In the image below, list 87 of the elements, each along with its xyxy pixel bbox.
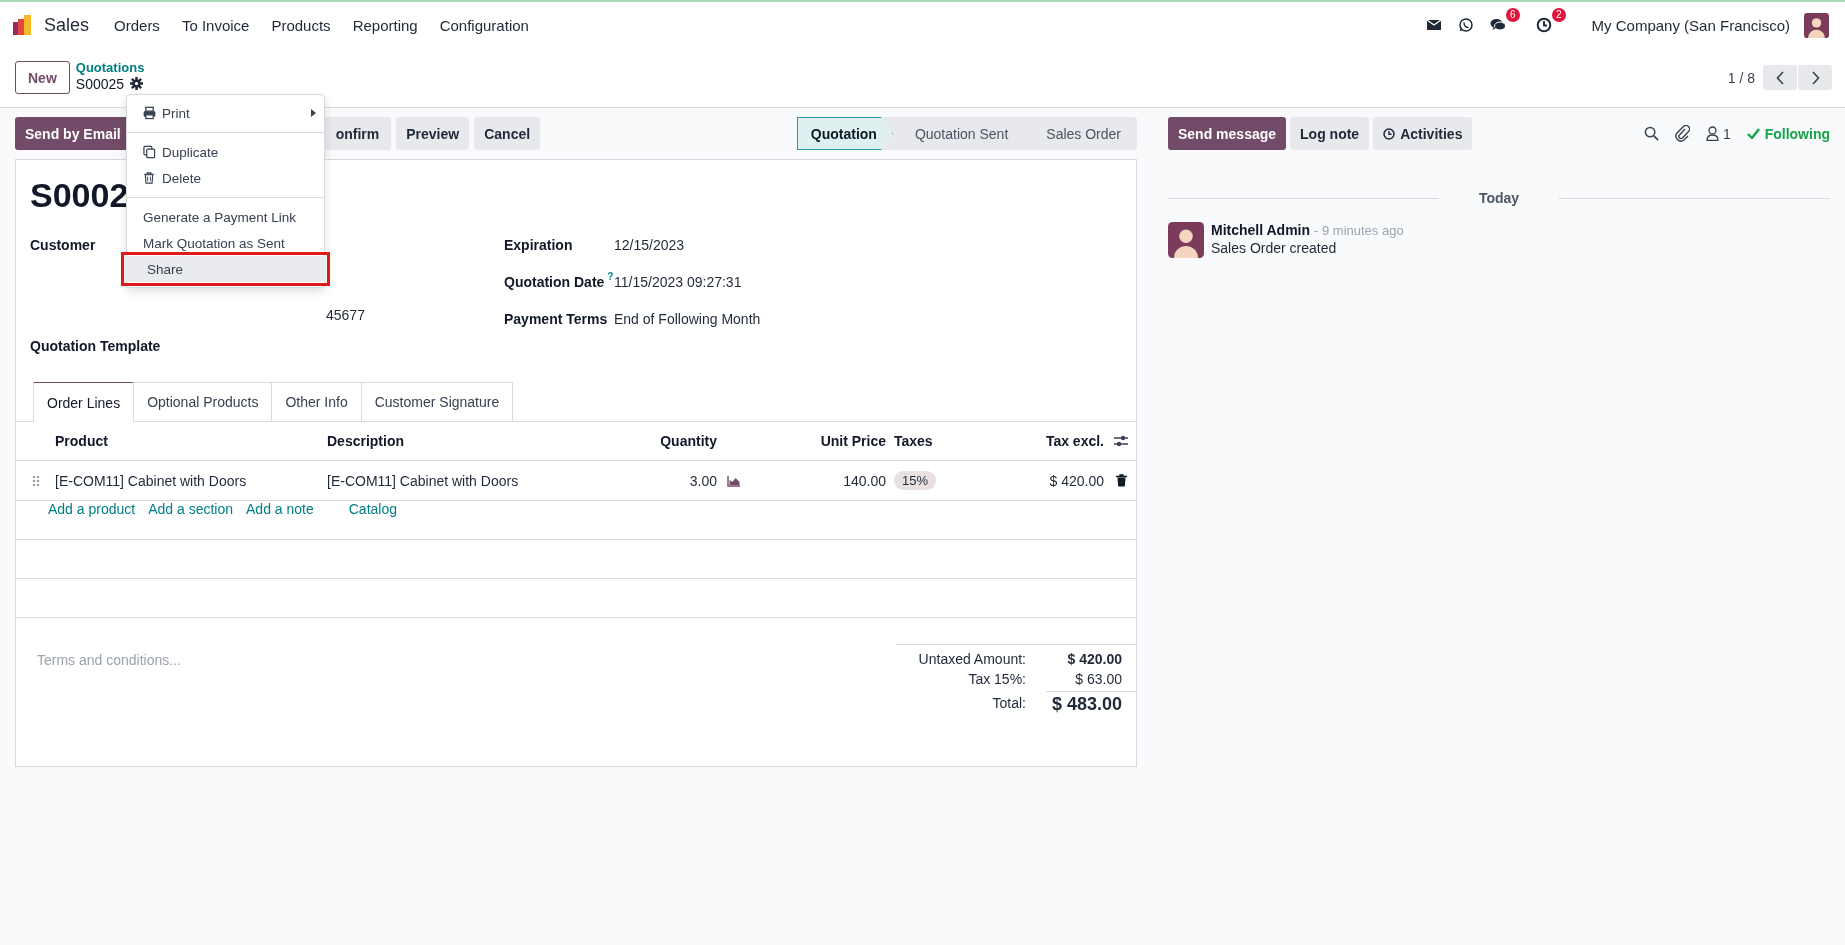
field-label: Payment Terms: [504, 310, 608, 327]
field-value[interactable]: 11/15/2023 09:27:31: [614, 273, 742, 290]
record-title: S0002: [30, 176, 129, 216]
check-icon: [1746, 128, 1760, 139]
total-label: Untaxed Amount:: [917, 651, 1026, 667]
total-value: $ 63.00: [1074, 671, 1123, 687]
tax-tag: 15%: [894, 471, 937, 490]
field-label: Quotation Date: [504, 273, 605, 290]
settings-icon[interactable]: [130, 77, 144, 90]
column-settings-icon[interactable]: [1114, 435, 1128, 447]
pager-value: 1 / 8: [1727, 69, 1755, 86]
notification-badge: 2: [1552, 8, 1566, 22]
clock-icon[interactable]: [1535, 17, 1552, 33]
record-name: S00025: [75, 75, 125, 92]
total-label: Total:: [991, 695, 1026, 711]
menu-item[interactable]: Delete: [127, 165, 324, 191]
field-value[interactable]: End of Following Month: [614, 310, 761, 327]
total-value: $ 420.00: [1066, 651, 1123, 667]
total-label: Tax 15%:: [967, 671, 1026, 687]
paperclip-icon[interactable]: [1674, 125, 1690, 142]
message-author[interactable]: Mitchell Admin: [1211, 222, 1311, 238]
help-tooltip[interactable]: ?: [607, 271, 614, 282]
whatsapp-icon[interactable]: [1457, 17, 1474, 33]
app-name[interactable]: Sales: [44, 14, 90, 36]
column-header: Taxes: [893, 433, 934, 449]
chatter-button[interactable]: Send message: [1168, 117, 1287, 150]
caret-right-icon: [311, 109, 316, 117]
mail-icon[interactable]: [1425, 17, 1442, 33]
status-step[interactable]: Quotation: [796, 117, 893, 150]
user-avatar[interactable]: [1804, 12, 1829, 38]
field-label: Customer: [30, 235, 96, 255]
action-button[interactable]: Cancel: [474, 117, 541, 150]
company-switcher[interactable]: My Company (San Francisco): [1591, 16, 1790, 34]
date-separator: Today: [1478, 190, 1520, 206]
previous-button[interactable]: [1763, 65, 1797, 90]
customer-phone: 45677: [326, 306, 365, 323]
table-cell-text: 3.00: [688, 472, 717, 489]
search-icon[interactable]: [1643, 126, 1659, 141]
new-button[interactable]: New: [15, 61, 70, 94]
chevron-right-icon: [1810, 70, 1820, 85]
table-cell-text: 140.00: [842, 472, 886, 489]
chatter-button[interactable]: Activities: [1373, 117, 1473, 150]
person-icon: [1705, 126, 1719, 141]
table-cell-text: $ 420.00: [1048, 472, 1104, 489]
notebook-tab[interactable]: Order Lines: [33, 382, 135, 422]
total-value: $ 483.00: [1046, 691, 1136, 715]
column-header: Product: [55, 433, 109, 449]
add-line-link[interactable]: Catalog: [348, 501, 410, 539]
field-value[interactable]: 12/15/2023: [614, 236, 685, 253]
menu-item[interactable]: Generate a Payment Link: [127, 204, 324, 230]
add-line-link[interactable]: Add a section: [148, 501, 246, 539]
followers-button[interactable]: 1: [1705, 125, 1731, 142]
chevron-left-icon: [1775, 70, 1785, 85]
menu-item[interactable]: Mark Quotation as Sent: [127, 230, 324, 256]
notification-badge: 6: [1506, 8, 1520, 22]
clock-icon: [1383, 127, 1396, 140]
menu-item[interactable]: Reporting: [341, 16, 429, 34]
menu-item[interactable]: Orders: [103, 16, 171, 34]
author-avatar: [1168, 222, 1204, 258]
field-label: Quotation Template: [30, 337, 161, 356]
column-header: Unit Price: [819, 433, 886, 449]
trash-icon[interactable]: [1115, 474, 1127, 487]
chatter-button[interactable]: Log note: [1290, 117, 1370, 150]
trash-icon: [143, 171, 156, 185]
column-header: Tax excl.: [1044, 433, 1104, 449]
column-header: Description: [327, 433, 405, 449]
chat-icon[interactable]: [1489, 17, 1506, 33]
add-line-link[interactable]: Add a product: [48, 501, 149, 539]
table-cell-text: [E-COM11] Cabinet with Doors: [55, 472, 248, 489]
action-button[interactable]: Preview: [396, 117, 470, 150]
forecast-chart-icon[interactable]: [727, 474, 741, 487]
drag-handle-icon[interactable]: [31, 474, 40, 487]
notebook-tab[interactable]: Customer Signature: [360, 382, 514, 421]
menu-item[interactable]: Products: [260, 16, 342, 34]
table-cell-text: [E-COM11] Cabinet with Doors: [327, 472, 520, 489]
menu-item[interactable]: To Invoice: [170, 16, 261, 34]
column-header: Quantity: [659, 433, 717, 449]
message-body: Sales Order created: [1211, 240, 1338, 256]
copy-icon: [143, 145, 156, 159]
next-button[interactable]: [1798, 65, 1832, 90]
field-label: Expiration: [504, 236, 573, 253]
menu-item[interactable]: Configuration: [428, 16, 540, 34]
app-logo[interactable]: [12, 14, 34, 36]
message-time: - 9 minutes ago: [1314, 223, 1404, 238]
printer-icon: [143, 106, 156, 120]
add-line-link[interactable]: Add a note: [246, 501, 327, 539]
breadcrumb-link[interactable]: Quotations: [75, 59, 145, 76]
